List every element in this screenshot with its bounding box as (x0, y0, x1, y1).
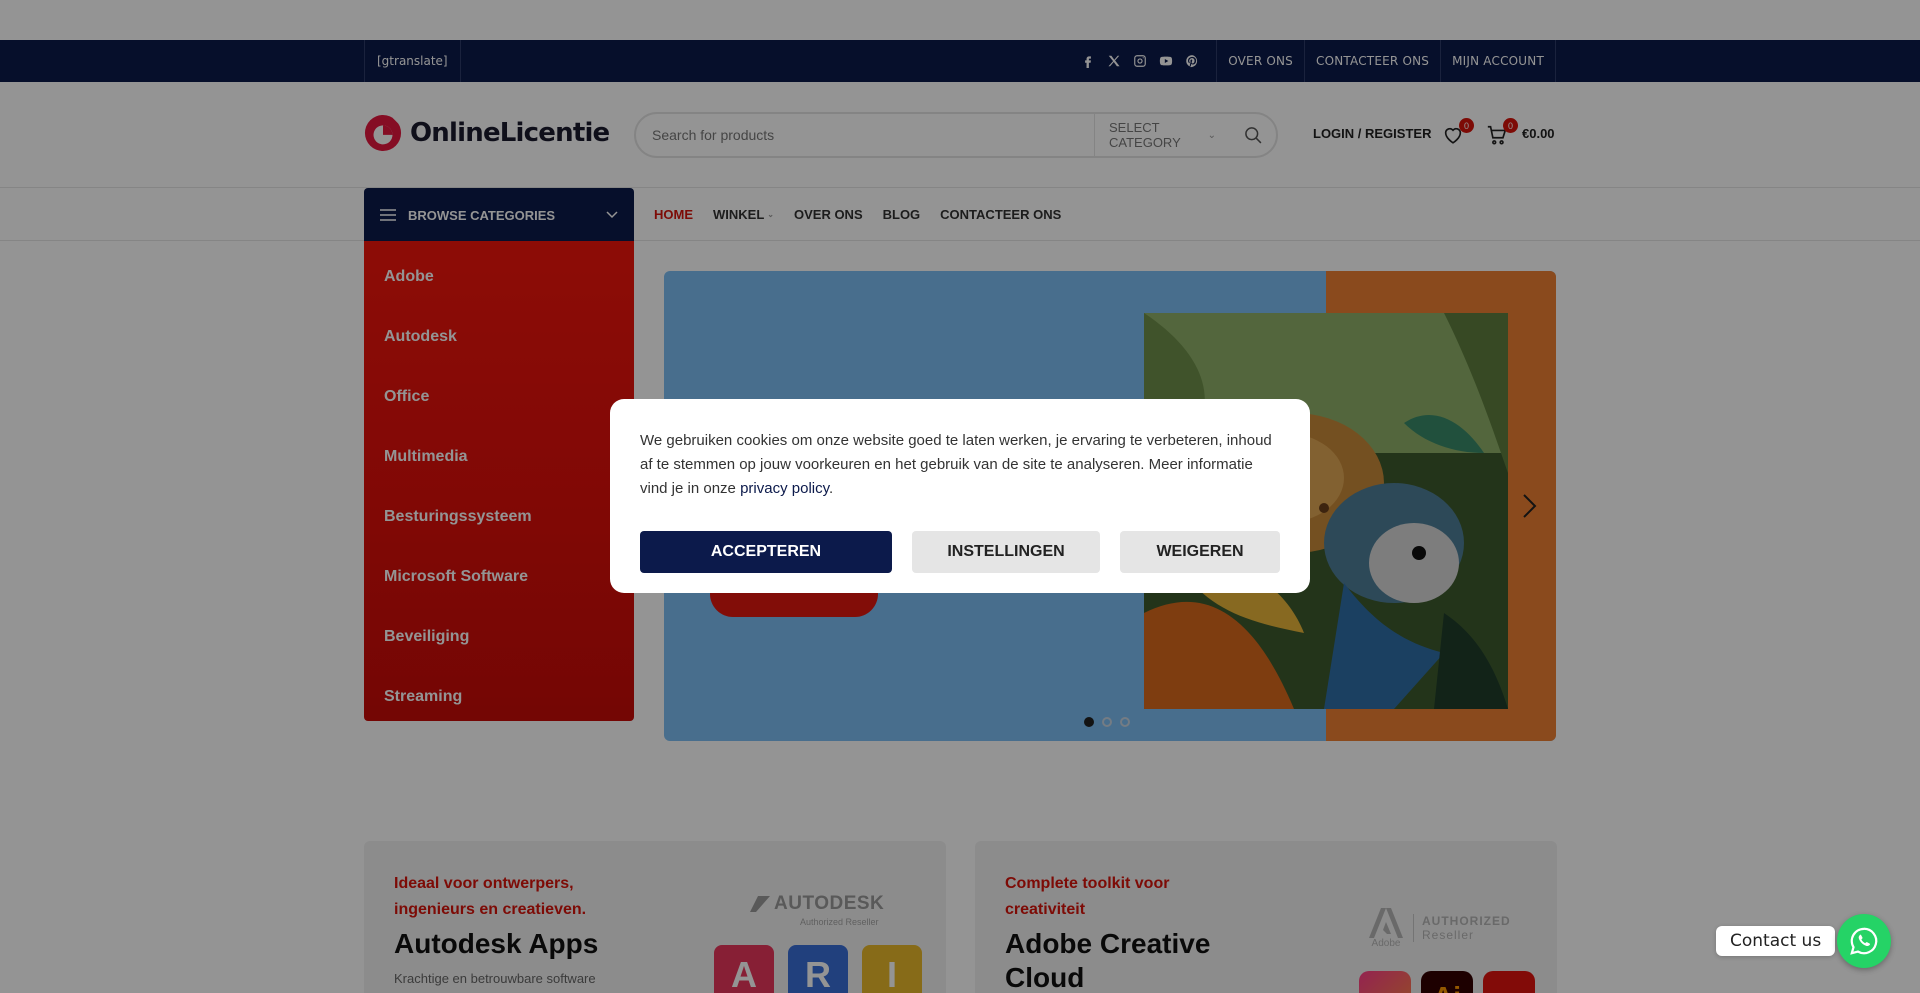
cookie-consent-dialog: We gebruiken cookies om onze website goe… (610, 399, 1310, 593)
cookie-settings-button[interactable]: INSTELLINGEN (912, 531, 1100, 573)
whatsapp-icon (1850, 927, 1878, 955)
whatsapp-contact-button[interactable] (1837, 914, 1891, 968)
cookie-message-trailing: . (829, 480, 834, 497)
cookie-message-text: We gebruiken cookies om onze website goe… (640, 432, 1272, 497)
contact-us-label[interactable]: Contact us (1716, 926, 1836, 956)
decline-cookies-button[interactable]: WEIGEREN (1120, 531, 1280, 573)
accept-cookies-button[interactable]: ACCEPTEREN (640, 531, 892, 573)
cookie-message: We gebruiken cookies om onze website goe… (640, 429, 1280, 501)
privacy-policy-link[interactable]: privacy policy (740, 480, 829, 497)
cookie-buttons: ACCEPTEREN INSTELLINGEN WEIGEREN (640, 531, 1280, 573)
